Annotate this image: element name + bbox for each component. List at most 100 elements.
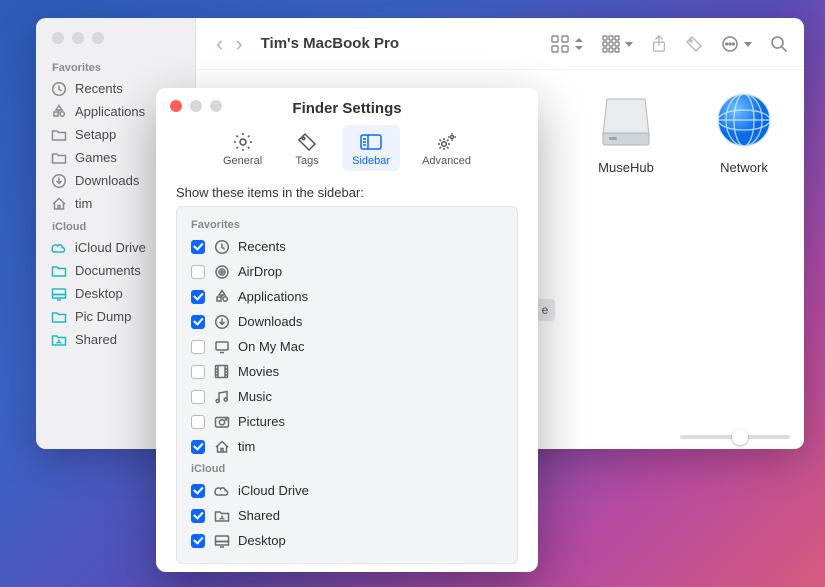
- checkbox[interactable]: [191, 290, 205, 304]
- panel-section-title: Favorites: [189, 215, 505, 234]
- apps-icon: [213, 288, 230, 305]
- file-item-network[interactable]: Network: [712, 88, 776, 449]
- gearplus-icon: [434, 131, 460, 153]
- sidebar-item-label: Desktop: [75, 286, 123, 301]
- checkbox[interactable]: [191, 484, 205, 498]
- icon-size-slider[interactable]: [680, 435, 790, 439]
- checkbox[interactable]: [191, 340, 205, 354]
- folder-icon: [50, 308, 67, 325]
- sidebar-item-label: Documents: [75, 263, 141, 278]
- option-label: Desktop: [238, 533, 286, 548]
- zoom-button[interactable]: [210, 100, 222, 112]
- clock-icon: [213, 238, 230, 255]
- checkbox[interactable]: [191, 390, 205, 404]
- checkbox[interactable]: [191, 440, 205, 454]
- checkbox[interactable]: [191, 365, 205, 379]
- location-title: Tim's MacBook Pro: [261, 35, 399, 52]
- sidebar-item-label: Pic Dump: [75, 309, 131, 324]
- sidebar-item-label: tim: [75, 196, 92, 211]
- zoom-dot[interactable]: [92, 32, 104, 44]
- option-label: On My Mac: [238, 339, 304, 354]
- sidebar-section-title: Favorites: [36, 56, 195, 77]
- checkbox[interactable]: [191, 415, 205, 429]
- tab-advanced[interactable]: Advanced: [412, 125, 481, 171]
- music-icon: [213, 388, 230, 405]
- option-label: Shared: [238, 508, 280, 523]
- clock-icon: [50, 80, 67, 97]
- movies-icon: [213, 363, 230, 380]
- option-label: Pictures: [238, 414, 285, 429]
- option-label: Recents: [238, 239, 286, 254]
- airdrop-icon: [213, 263, 230, 280]
- search-button[interactable]: [770, 35, 788, 53]
- desktop-icon: [213, 532, 230, 549]
- sidebar-option-row: Applications: [189, 284, 505, 309]
- tab-sidebar[interactable]: Sidebar: [342, 125, 400, 171]
- house-icon: [50, 195, 67, 212]
- close-dot[interactable]: [52, 32, 64, 44]
- cloud-icon: [50, 239, 67, 256]
- sidebar-option-row: AirDrop: [189, 259, 505, 284]
- download-icon: [213, 313, 230, 330]
- download-icon: [50, 172, 67, 189]
- sidebar-item-label: Recents: [75, 81, 123, 96]
- option-label: tim: [238, 439, 255, 454]
- partially-hidden-badge: e: [535, 299, 555, 321]
- sidebar-item-label: Shared: [75, 332, 117, 347]
- finder-settings-window: Finder Settings GeneralTagsSidebarAdvanc…: [156, 88, 538, 572]
- checkbox[interactable]: [191, 315, 205, 329]
- sidebar-option-row: On My Mac: [189, 334, 505, 359]
- mac-icon: [213, 338, 230, 355]
- globe-icon: [712, 88, 776, 152]
- toolbar-icons: [551, 35, 788, 53]
- sidebar-item-label: Applications: [75, 104, 145, 119]
- sidebar-option-row: iCloud Drive: [189, 478, 505, 503]
- tab-tags[interactable]: Tags: [284, 125, 330, 171]
- sidebar-items-panel: FavoritesRecentsAirDropApplicationsDownl…: [176, 206, 518, 564]
- apps-icon: [50, 103, 67, 120]
- desktop-icon: [50, 285, 67, 302]
- tab-general[interactable]: General: [213, 125, 272, 171]
- tab-label: Advanced: [422, 155, 471, 167]
- close-button[interactable]: [170, 100, 182, 112]
- checkbox[interactable]: [191, 265, 205, 279]
- back-button[interactable]: ‹: [212, 31, 227, 57]
- settings-window-controls[interactable]: [156, 88, 222, 112]
- sidebar-option-row: Desktop: [189, 528, 505, 553]
- minimize-button[interactable]: [190, 100, 202, 112]
- file-item-musehub[interactable]: MuseHub: [594, 88, 658, 449]
- gear-icon: [230, 131, 256, 153]
- view-mode-button[interactable]: [551, 35, 584, 53]
- minimize-dot[interactable]: [72, 32, 84, 44]
- window-controls[interactable]: [36, 28, 195, 56]
- file-label: Network: [720, 160, 768, 175]
- settings-instruction: Show these items in the sidebar:: [176, 185, 518, 200]
- sharedfolder-icon: [50, 331, 67, 348]
- sidebar-item-label: iCloud Drive: [75, 240, 146, 255]
- sidebar-icon: [358, 131, 384, 153]
- checkbox[interactable]: [191, 534, 205, 548]
- more-button[interactable]: [721, 35, 752, 53]
- sidebar-option-row: Movies: [189, 359, 505, 384]
- option-label: Applications: [238, 289, 308, 304]
- house-icon: [213, 438, 230, 455]
- settings-tabs: General Tags Sidebar Advanced: [156, 125, 538, 179]
- option-label: Music: [238, 389, 272, 404]
- folder-icon: [50, 262, 67, 279]
- share-button[interactable]: [651, 35, 667, 53]
- disk-icon: [594, 88, 658, 152]
- checkbox[interactable]: [191, 509, 205, 523]
- option-label: iCloud Drive: [238, 483, 309, 498]
- pictures-icon: [213, 413, 230, 430]
- option-label: Movies: [238, 364, 279, 379]
- group-by-button[interactable]: [602, 35, 633, 53]
- forward-button[interactable]: ›: [231, 31, 246, 57]
- option-label: AirDrop: [238, 264, 282, 279]
- sidebar-option-row: Pictures: [189, 409, 505, 434]
- checkbox[interactable]: [191, 240, 205, 254]
- tab-label: General: [223, 155, 262, 167]
- nav-group: ‹ ›: [212, 31, 247, 57]
- sidebar-item-label: Downloads: [75, 173, 139, 188]
- tab-label: Tags: [296, 155, 319, 167]
- tags-button[interactable]: [685, 35, 703, 53]
